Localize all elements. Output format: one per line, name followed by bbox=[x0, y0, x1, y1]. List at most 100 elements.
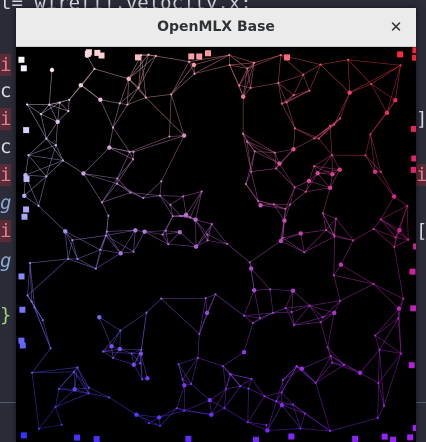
mesh-node bbox=[399, 64, 402, 67]
mesh-edge bbox=[159, 195, 184, 197]
mesh-node bbox=[200, 190, 203, 193]
mesh-node bbox=[238, 84, 241, 87]
mesh-node bbox=[332, 310, 337, 316]
mesh-edge bbox=[339, 92, 350, 119]
mesh-node bbox=[118, 251, 123, 256]
mesh-node bbox=[315, 171, 320, 176]
mesh-edge bbox=[55, 393, 89, 408]
mesh-node bbox=[115, 182, 119, 185]
mesh-edge bbox=[182, 196, 187, 215]
mesh-edge bbox=[145, 94, 172, 98]
mesh-boundary-node bbox=[20, 65, 27, 72]
mesh-edge bbox=[333, 236, 335, 276]
mesh-edge bbox=[327, 312, 335, 348]
window-titlebar[interactable]: OpenMLX Base ✕ bbox=[16, 8, 416, 47]
mesh-node bbox=[87, 392, 90, 395]
mesh-node bbox=[303, 251, 306, 254]
mesh-edge bbox=[144, 230, 166, 233]
mesh-node bbox=[133, 228, 138, 233]
mesh-edge bbox=[209, 388, 227, 401]
mesh-node bbox=[22, 193, 27, 198]
mesh-node bbox=[209, 412, 214, 417]
mesh-node bbox=[290, 310, 293, 314]
mesh-edge bbox=[48, 69, 53, 105]
mesh-node bbox=[48, 103, 51, 106]
mesh-node bbox=[364, 154, 367, 157]
mesh-edge bbox=[347, 59, 350, 93]
mesh-boundary-node bbox=[284, 54, 291, 61]
mesh-boundary-node bbox=[408, 362, 415, 369]
mesh-node bbox=[319, 63, 322, 66]
mesh-node bbox=[369, 133, 372, 136]
mesh-edge bbox=[320, 322, 329, 348]
mesh-edge bbox=[300, 428, 331, 432]
mesh-edge bbox=[160, 298, 200, 335]
mesh-node bbox=[226, 242, 229, 246]
mesh-edge bbox=[38, 205, 66, 232]
mesh-node bbox=[107, 396, 111, 399]
mesh-node bbox=[105, 230, 108, 233]
mesh-boundary-node bbox=[93, 435, 100, 442]
mesh-node bbox=[282, 218, 287, 223]
mesh-node bbox=[402, 297, 405, 300]
mesh-edge bbox=[176, 385, 185, 409]
mesh-node bbox=[193, 217, 198, 222]
mesh-node bbox=[241, 349, 247, 355]
mesh-node bbox=[251, 288, 257, 293]
mesh-node bbox=[140, 348, 143, 351]
particle-mesh-icon bbox=[18, 47, 416, 442]
mesh-edge bbox=[205, 298, 208, 314]
mesh-boundary-node bbox=[188, 53, 195, 60]
mesh-node bbox=[239, 385, 242, 388]
mesh-edge bbox=[179, 231, 197, 247]
mesh-edge bbox=[26, 104, 47, 139]
mesh-edge bbox=[383, 353, 402, 406]
mesh-node bbox=[126, 76, 131, 82]
mesh-edge bbox=[222, 366, 227, 390]
mesh-node bbox=[206, 239, 209, 242]
mesh-edge bbox=[209, 399, 225, 409]
mesh-edge bbox=[359, 349, 380, 374]
mesh-node bbox=[101, 350, 105, 353]
mesh-node bbox=[181, 378, 184, 381]
mesh-node bbox=[183, 212, 189, 218]
mesh-node bbox=[288, 203, 292, 206]
mesh-node bbox=[379, 170, 382, 173]
mesh-edge bbox=[315, 382, 331, 432]
mesh-edge bbox=[370, 83, 388, 113]
mesh-node bbox=[179, 214, 182, 218]
mesh-node bbox=[57, 387, 61, 390]
mesh-node bbox=[295, 365, 298, 368]
mesh-edge bbox=[378, 349, 380, 384]
mesh-node bbox=[99, 248, 102, 251]
mesh-edge bbox=[275, 168, 295, 188]
mesh-edge bbox=[292, 404, 301, 429]
mesh-edge bbox=[269, 289, 274, 313]
code-line: g bbox=[0, 192, 12, 214]
mesh-node bbox=[407, 238, 410, 241]
close-button[interactable]: ✕ bbox=[384, 15, 408, 39]
mesh-boundary-node bbox=[410, 166, 416, 173]
mesh-edge bbox=[112, 127, 130, 153]
mesh-edge bbox=[182, 357, 199, 380]
mesh-edge bbox=[38, 424, 62, 430]
mesh-edge bbox=[99, 231, 108, 250]
mesh-node bbox=[204, 297, 207, 300]
mesh-node bbox=[126, 103, 129, 106]
mesh-node bbox=[142, 229, 147, 234]
close-icon: ✕ bbox=[389, 18, 403, 36]
mesh-node bbox=[293, 186, 296, 189]
mesh-node bbox=[241, 94, 246, 99]
mesh-boundary-node bbox=[85, 49, 92, 56]
mesh-edge bbox=[348, 59, 401, 66]
mesh-edge bbox=[377, 383, 379, 419]
mesh-node bbox=[228, 63, 231, 67]
render-canvas[interactable] bbox=[16, 47, 416, 442]
mesh-node bbox=[145, 376, 150, 381]
mesh-node bbox=[313, 137, 316, 140]
mesh-node bbox=[347, 90, 352, 95]
mesh-boundary-node bbox=[19, 342, 26, 349]
mesh-node bbox=[41, 318, 44, 322]
mesh-edge bbox=[116, 151, 130, 179]
mesh-edge bbox=[229, 54, 255, 64]
